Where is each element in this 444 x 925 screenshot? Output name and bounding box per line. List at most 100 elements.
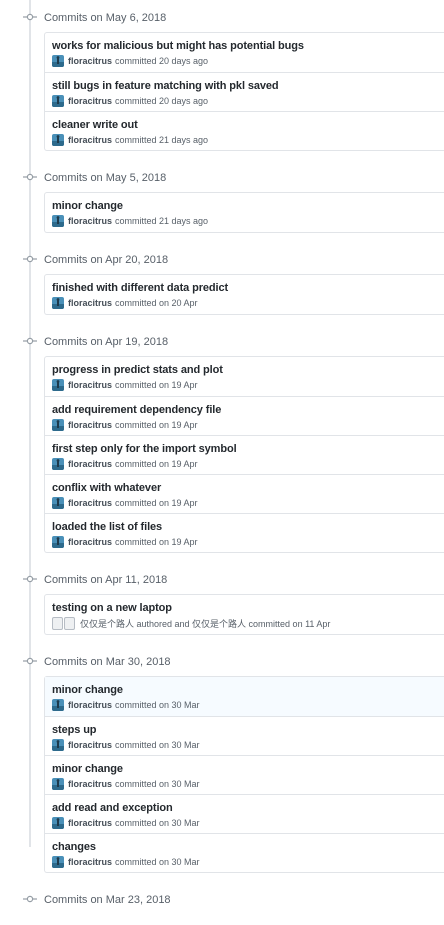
commit-message-link[interactable]: progress in predict stats and plot: [52, 364, 223, 376]
user-avatar[interactable]: [52, 817, 64, 829]
user-avatar[interactable]: [52, 778, 64, 790]
commit-time-text: committed on 30 Mar: [115, 700, 200, 710]
commit-timeline: Commits on May 6, 2018 works for maliciou…: [0, 0, 444, 925]
user-avatar[interactable]: [52, 379, 64, 391]
commit-author-link[interactable]: floracitrus: [68, 700, 112, 710]
commit-row[interactable]: add requirement dependency file floracitr…: [45, 396, 444, 435]
commit-group: Commits on Apr 20, 2018 finished with dif…: [0, 244, 444, 326]
commit-meta: floracitrus committed on 19 Apr: [52, 379, 198, 391]
commit-meta: floracitrus committed 21 days ago: [52, 215, 208, 227]
commit-row[interactable]: steps up floracitrus committed on 30 Mar: [45, 716, 444, 755]
user-avatar[interactable]: [52, 458, 64, 470]
commit-group-header: Commits on Apr 19, 2018: [0, 326, 444, 356]
commit-row[interactable]: changes floracitrus committed on 30 Mar: [45, 833, 444, 872]
git-commit-icon: [23, 13, 37, 21]
user-avatar[interactable]: [52, 739, 64, 751]
commit-message-link[interactable]: add requirement dependency file: [52, 404, 221, 416]
commit-author-link[interactable]: floracitrus: [68, 56, 112, 66]
commit-message-link[interactable]: works for malicious but might has potent…: [52, 40, 304, 52]
commit-row[interactable]: minor change floracitrus committed on 30 M…: [45, 755, 444, 794]
user-avatar[interactable]: [52, 856, 64, 868]
commit-message-link[interactable]: still bugs in feature matching with pkl …: [52, 80, 279, 92]
user-avatar[interactable]: [52, 419, 64, 431]
user-avatar[interactable]: [52, 134, 64, 146]
commit-author-link[interactable]: floracitrus: [68, 740, 112, 750]
commit-message-link[interactable]: changes: [52, 841, 96, 853]
commit-group: Commits on Mar 30, 2018 minor change flora…: [0, 646, 444, 884]
commit-group-title: Commits on May 5, 2018: [44, 172, 167, 184]
user-avatar[interactable]: [52, 297, 64, 309]
commit-row[interactable]: minor change floracitrus committed on 30 M…: [45, 677, 444, 716]
commit-group: Commits on Apr 11, 2018 testing on a new …: [0, 564, 444, 646]
commit-row[interactable]: conflix with whatever floracitrus committe…: [45, 474, 444, 513]
commit-row[interactable]: testing on a new laptop 仅仅是个路人 authored a…: [45, 595, 444, 634]
commit-message-link[interactable]: add read and exception: [52, 802, 173, 814]
commit-message-link[interactable]: steps up: [52, 724, 97, 736]
commit-message-link[interactable]: first step only for the import symbol: [52, 443, 237, 455]
user-avatar[interactable]: [52, 497, 64, 509]
commit-author-link[interactable]: floracitrus: [68, 498, 112, 508]
user-avatar[interactable]: [52, 55, 64, 67]
commit-message-link[interactable]: cleaner write out: [52, 119, 138, 131]
commit-message-link[interactable]: finished with different data predict: [52, 282, 228, 294]
commit-group-header: Commits on Apr 11, 2018: [0, 564, 444, 594]
commit-message-link[interactable]: minor change: [52, 200, 123, 212]
commit-message-link[interactable]: minor change: [52, 684, 123, 696]
commit-row[interactable]: minor change floracitrus committed 21 days…: [45, 193, 444, 232]
git-commit-icon: [23, 255, 37, 263]
commit-author-link[interactable]: floracitrus: [68, 537, 112, 547]
commit-meta: floracitrus committed on 19 Apr: [52, 536, 198, 548]
commit-author-link[interactable]: floracitrus: [68, 216, 112, 226]
commit-meta: floracitrus committed on 19 Apr: [52, 497, 198, 509]
commit-time-text: committed on 19 Apr: [115, 420, 198, 430]
commit-author-link[interactable]: floracitrus: [68, 96, 112, 106]
commit-group-title: Commits on Apr 20, 2018: [44, 254, 169, 266]
commit-author-link[interactable]: floracitrus: [68, 135, 112, 145]
commit-row[interactable]: first step only for the import symbol flo…: [45, 435, 444, 474]
commit-meta: floracitrus committed on 20 Apr: [52, 297, 198, 309]
commit-row[interactable]: progress in predict stats and plot florac…: [45, 357, 444, 396]
commit-group: Commits on Mar 23, 2018: [0, 884, 444, 925]
commit-row[interactable]: still bugs in feature matching with pkl …: [45, 72, 444, 111]
commit-message-link[interactable]: testing on a new laptop: [52, 602, 172, 614]
commit-row[interactable]: works for malicious but might has potent…: [45, 33, 444, 72]
commit-meta: floracitrus committed 20 days ago: [52, 95, 208, 107]
commit-list: works for malicious but might has potent…: [44, 32, 444, 151]
commit-message-link[interactable]: conflix with whatever: [52, 482, 161, 494]
commit-row[interactable]: add read and exception floracitrus committ…: [45, 794, 444, 833]
commit-list: minor change floracitrus committed on 30 M…: [44, 676, 444, 873]
commit-message-link[interactable]: minor change: [52, 763, 123, 775]
commit-row[interactable]: loaded the list of files floracitrus commi…: [45, 513, 444, 552]
commit-row[interactable]: finished with different data predict flor…: [45, 275, 444, 314]
commit-author-link[interactable]: floracitrus: [68, 779, 112, 789]
commit-author-link[interactable]: floracitrus: [68, 459, 112, 469]
user-avatar[interactable]: [52, 95, 64, 107]
commit-row[interactable]: cleaner write out floracitrus committed 21…: [45, 111, 444, 150]
commit-group: Commits on May 6, 2018 works for maliciou…: [0, 2, 444, 162]
commit-time-text: committed 21 days ago: [115, 135, 209, 145]
commit-author-link[interactable]: floracitrus: [68, 380, 112, 390]
user-avatar[interactable]: [52, 699, 64, 711]
ghost-avatar-icon[interactable]: [52, 616, 76, 630]
commit-author-link[interactable]: floracitrus: [68, 818, 112, 828]
commit-author-link[interactable]: floracitrus: [68, 298, 112, 308]
commit-time-text: committed on 19 Apr: [115, 498, 198, 508]
commit-group-header: Commits on May 6, 2018: [0, 2, 444, 32]
commit-time-text: committed on 30 Mar: [115, 740, 200, 750]
git-commit-icon: [23, 575, 37, 583]
user-avatar[interactable]: [52, 215, 64, 227]
user-avatar[interactable]: [52, 536, 64, 548]
commit-author-link[interactable]: floracitrus: [68, 857, 112, 867]
commit-message-link[interactable]: loaded the list of files: [52, 521, 162, 533]
git-commit-icon: [23, 657, 37, 665]
commit-time-text: committed on 30 Mar: [115, 857, 200, 867]
commit-list: minor change floracitrus committed 21 days…: [44, 192, 444, 233]
commit-time-text: committed on 19 Apr: [115, 380, 198, 390]
commit-author-link[interactable]: floracitrus: [68, 420, 112, 430]
commit-meta: floracitrus committed on 19 Apr: [52, 458, 198, 470]
